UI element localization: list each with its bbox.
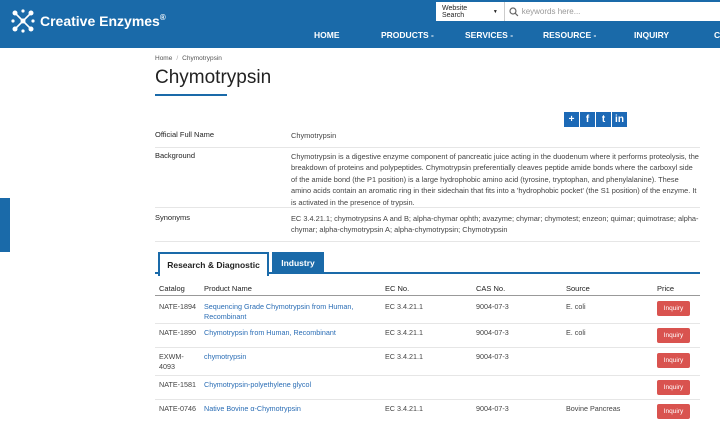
tab-research-diagnostic[interactable]: Research & Diagnostic bbox=[158, 252, 269, 276]
breadcrumb: Home / Chymotrypsin bbox=[155, 55, 222, 62]
ec-cell: EC 3.4.21.1 bbox=[385, 302, 423, 311]
breadcrumb-home[interactable]: Home bbox=[155, 55, 172, 62]
table-header: Catalog Product Name EC No. CAS No. Sour… bbox=[155, 281, 700, 296]
info-label: Official Full Name bbox=[155, 130, 215, 139]
info-row-background: Background Chymotrypsin is a digestive e… bbox=[155, 148, 700, 208]
source-cell: E. coli bbox=[566, 302, 586, 311]
inquiry-button[interactable]: Inquiry bbox=[657, 380, 690, 395]
col-price: Price bbox=[657, 284, 675, 293]
col-product-name: Product Name bbox=[204, 284, 252, 293]
ec-cell: EC 3.4.21.1 bbox=[385, 352, 423, 361]
catalog-cell: NATE-1581 bbox=[159, 380, 197, 389]
cas-cell: 9004-07-3 bbox=[476, 352, 509, 361]
facebook-icon[interactable]: f bbox=[580, 112, 595, 127]
info-label: Synonyms bbox=[155, 213, 191, 222]
tab-industry[interactable]: Industry bbox=[272, 252, 324, 274]
cas-cell: 9004-07-3 bbox=[476, 328, 509, 337]
inquiry-button[interactable]: Inquiry bbox=[657, 404, 690, 419]
nav-home[interactable]: HOME bbox=[314, 30, 340, 40]
search-scope-select[interactable]: Website Search ▼ bbox=[436, 2, 505, 21]
table-row: NATE-1890 Chymotrypsin from Human, Recom… bbox=[155, 324, 700, 348]
source-cell: E. coli bbox=[566, 328, 586, 337]
product-link[interactable]: Native Bovine α-Chymotrypsin bbox=[204, 404, 374, 414]
inquiry-button[interactable]: Inquiry bbox=[657, 328, 690, 343]
col-catalog: Catalog bbox=[159, 284, 185, 293]
nav-products[interactable]: PRODUCTS - bbox=[381, 30, 434, 40]
product-link[interactable]: Sequencing Grade Chymotrypsin from Human… bbox=[204, 302, 374, 322]
inquiry-button[interactable]: Inquiry bbox=[657, 301, 690, 316]
ec-cell: EC 3.4.21.1 bbox=[385, 404, 423, 413]
logo-icon bbox=[11, 9, 35, 33]
share-plus-icon[interactable]: + bbox=[564, 112, 579, 127]
cas-cell: 9004-07-3 bbox=[476, 404, 509, 413]
breadcrumb-separator: / bbox=[176, 55, 179, 62]
inquiry-button[interactable]: Inquiry bbox=[657, 353, 690, 368]
side-floating-tab[interactable] bbox=[0, 198, 10, 252]
caret-down-icon: ▼ bbox=[492, 8, 498, 15]
table-row: EXWM-4093 chymotrypsin EC 3.4.21.1 9004-… bbox=[155, 348, 700, 376]
nav-services[interactable]: SERVICES - bbox=[465, 30, 513, 40]
source-cell: Bovine Pancreas bbox=[566, 404, 621, 413]
table-row: NATE-1894 Sequencing Grade Chymotrypsin … bbox=[155, 298, 700, 324]
brand-name: Creative Enzymes® bbox=[40, 13, 166, 29]
info-value: EC 3.4.21.1; chymotrypsins A and B; alph… bbox=[291, 214, 699, 235]
info-label: Background bbox=[155, 151, 196, 160]
nav-inquiry[interactable]: INQUIRY bbox=[634, 30, 669, 40]
search-icon[interactable] bbox=[509, 6, 519, 17]
twitter-icon[interactable]: t bbox=[596, 112, 611, 127]
product-link[interactable]: chymotrypsin bbox=[204, 352, 374, 362]
table-row: NATE-1581 Chymotrypsin-polyethylene glyc… bbox=[155, 376, 700, 400]
catalog-cell: NATE-1890 bbox=[159, 328, 197, 337]
col-source: Source bbox=[566, 284, 590, 293]
breadcrumb-current: Chymotrypsin bbox=[182, 55, 222, 62]
info-value: Chymotrypsin is a digestive enzyme compo… bbox=[291, 152, 699, 207]
nav-contact[interactable]: C bbox=[714, 30, 720, 40]
logo[interactable]: Creative Enzymes® bbox=[10, 8, 166, 34]
title-underline bbox=[155, 94, 227, 96]
info-value: Chymotrypsin bbox=[291, 131, 337, 140]
product-link[interactable]: Chymotrypsin from Human, Recombinant bbox=[204, 328, 374, 338]
table-row: NATE-0746 Native Bovine α-Chymotrypsin E… bbox=[155, 400, 700, 426]
ec-cell: EC 3.4.21.1 bbox=[385, 328, 423, 337]
search-bar: Website Search ▼ bbox=[436, 2, 720, 21]
search-input[interactable] bbox=[521, 7, 720, 16]
cas-cell: 9004-07-3 bbox=[476, 302, 509, 311]
social-share: + f t in bbox=[564, 112, 627, 127]
catalog-cell: NATE-1894 bbox=[159, 302, 197, 311]
info-row-synonyms: Synonyms EC 3.4.21.1; chymotrypsins A an… bbox=[155, 208, 700, 242]
page-title: Chymotrypsin bbox=[155, 67, 272, 88]
col-cas: CAS No. bbox=[476, 284, 506, 293]
catalog-cell: NATE-0746 bbox=[159, 404, 197, 413]
product-link[interactable]: Chymotrypsin-polyethylene glycol bbox=[204, 380, 374, 390]
product-tabs: Research & Diagnostic Industry bbox=[155, 252, 700, 276]
info-row-full-name: Official Full Name Chymotrypsin bbox=[155, 128, 700, 148]
col-ec: EC No. bbox=[385, 284, 410, 293]
catalog-cell: EXWM-4093 bbox=[159, 352, 184, 371]
nav-resource[interactable]: RESOURCE - bbox=[543, 30, 596, 40]
site-header: Creative Enzymes® Website Search▼ HOME P… bbox=[0, 0, 720, 48]
linkedin-icon[interactable]: in bbox=[612, 112, 627, 127]
